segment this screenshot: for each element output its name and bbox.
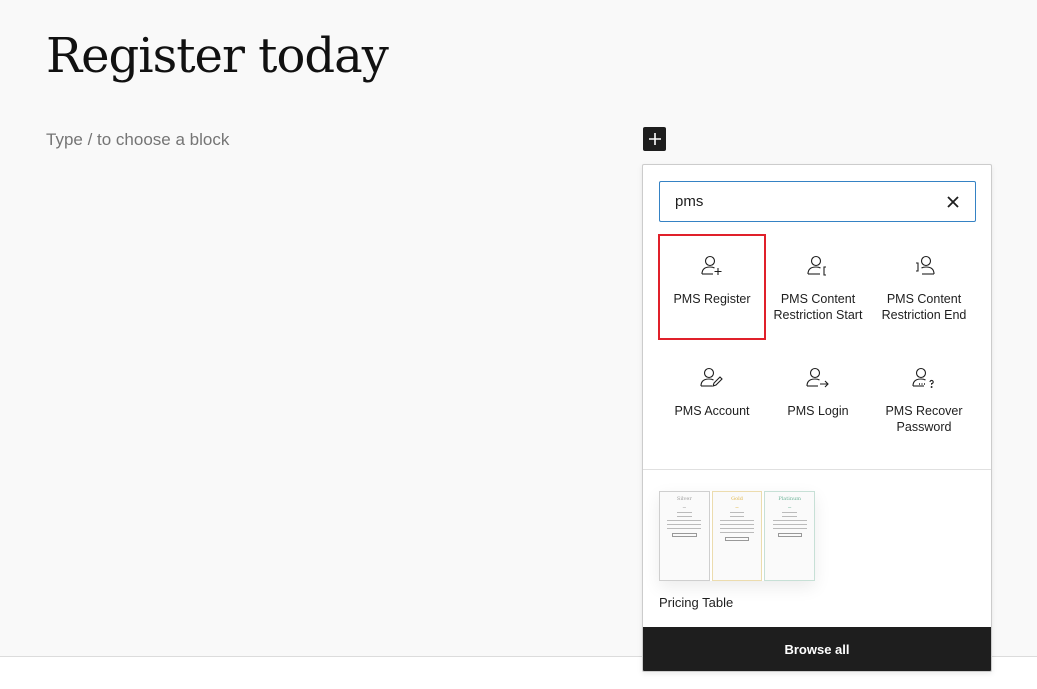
block-item-pms-content-restriction-start[interactable]: PMS Content Restriction Start	[765, 235, 871, 339]
preview-line	[729, 512, 745, 513]
preview-line	[729, 516, 745, 517]
preview-line	[772, 528, 807, 529]
preview-line	[667, 528, 702, 529]
clear-search-button[interactable]	[941, 190, 965, 214]
preview-button	[672, 533, 697, 537]
plus-icon	[648, 133, 661, 145]
preview-line	[782, 516, 797, 517]
user-bracket-end-icon	[911, 253, 937, 279]
browse-all-button[interactable]: Browse all	[643, 627, 991, 671]
preview-line	[719, 524, 755, 525]
pattern-pricing-table-preview[interactable]: Silver — Gold — Platinum —	[659, 491, 816, 581]
pricing-plan-name: Silver	[676, 496, 692, 502]
pricing-plan-name: Gold	[731, 496, 743, 502]
pricing-column-silver: Silver —	[659, 491, 710, 581]
user-arrow-icon	[805, 365, 831, 391]
block-inserter-toggle[interactable]	[643, 127, 666, 151]
search-box	[659, 181, 976, 222]
block-label: PMS Content Restriction Start	[773, 292, 863, 322]
close-icon	[947, 196, 959, 208]
block-item-pms-register[interactable]: PMS Register	[658, 234, 766, 340]
block-label: PMS Login	[787, 404, 849, 418]
preview-line	[667, 520, 702, 521]
preview-line	[772, 520, 807, 521]
user-plus-icon	[699, 253, 725, 279]
user-bracket-start-icon	[805, 253, 831, 279]
block-inserter-panel: PMS Register PMS Content Restriction Sta…	[642, 164, 992, 672]
block-label: PMS Content Restriction End	[881, 292, 967, 322]
user-edit-icon	[699, 365, 725, 391]
block-item-pms-login[interactable]: PMS Login	[765, 347, 871, 451]
preview-button	[777, 533, 802, 537]
block-results: PMS Register PMS Content Restriction Sta…	[658, 234, 977, 451]
preview-button	[724, 537, 750, 541]
block-placeholder[interactable]: Type / to choose a block	[46, 130, 229, 150]
pricing-price: —	[682, 505, 687, 509]
user-question-icon	[911, 365, 937, 391]
pattern-label[interactable]: Pricing Table	[659, 595, 733, 610]
preview-line	[677, 512, 692, 513]
section-divider	[643, 469, 991, 470]
preview-line	[667, 524, 702, 525]
search-input[interactable]	[675, 193, 925, 210]
pricing-price: —	[787, 505, 792, 509]
block-label: PMS Account	[674, 404, 750, 418]
pricing-plan-name: Platinum	[778, 496, 802, 502]
preview-line	[719, 532, 755, 533]
block-item-pms-content-restriction-end[interactable]: PMS Content Restriction End	[871, 235, 977, 339]
pricing-price: —	[735, 505, 739, 509]
page-title[interactable]: Register today	[46, 28, 389, 86]
pricing-column-gold: Gold —	[711, 491, 763, 581]
block-item-pms-recover-password[interactable]: PMS Recover Password	[871, 347, 977, 451]
preview-line	[772, 524, 807, 525]
preview-line	[719, 520, 755, 521]
preview-line	[719, 528, 755, 529]
preview-line	[782, 512, 797, 513]
block-item-pms-account[interactable]: PMS Account	[659, 347, 765, 451]
preview-line	[677, 516, 692, 517]
block-label: PMS Recover Password	[885, 404, 963, 434]
block-label: PMS Register	[673, 292, 751, 306]
pricing-column-platinum: Platinum —	[764, 491, 816, 581]
